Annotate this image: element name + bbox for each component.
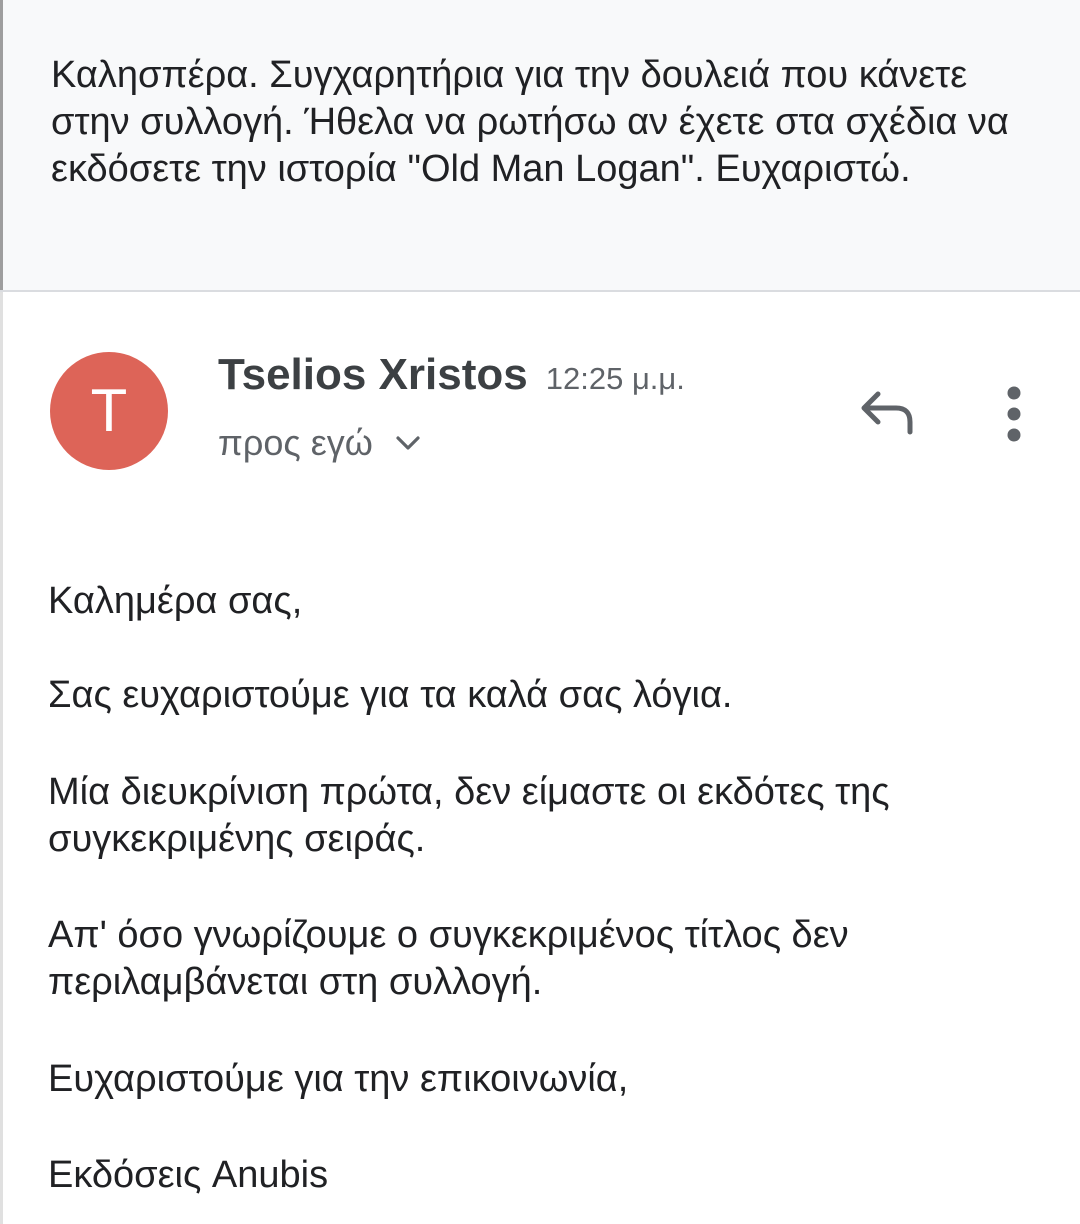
more-vert-icon [1007, 386, 1021, 442]
left-border [0, 292, 3, 1224]
body-thanks: Σας ευχαριστούμε για τα καλά σας λόγια. [48, 674, 733, 716]
body-signature: Εκδόσεις Anubis [48, 1154, 329, 1196]
more-options-button[interactable] [994, 382, 1034, 446]
message-divider [0, 290, 1080, 292]
quoted-message-text: Καλησπέρα. Συγχαρητήρια για την δουλειά … [51, 54, 1009, 190]
reply-icon [861, 391, 913, 435]
body-greeting: Καλημέρα σας, [48, 580, 303, 622]
sender-header: Tselios Xristos 12:25 μ.μ. [218, 350, 685, 400]
chevron-down-icon [396, 436, 420, 450]
avatar[interactable]: T [50, 352, 168, 470]
recipient-label: προς εγώ [218, 422, 373, 463]
recipient-details-toggle[interactable]: προς εγώ [218, 422, 421, 464]
body-clarification: Μία διευκρίνιση πρώτα, δεν είμαστε οι εκ… [48, 771, 890, 860]
body-info: Απ' όσο γνωρίζουμε ο συγκεκριμένος τίτλο… [48, 914, 849, 1003]
message-time: 12:25 μ.μ. [545, 361, 685, 396]
sender-name: Tselios Xristos [218, 350, 528, 399]
avatar-initial: T [90, 377, 128, 444]
reply-button[interactable] [852, 380, 924, 444]
body-closing: Ευχαριστούμε για την επικοινωνία, [48, 1058, 629, 1100]
quoted-message: Καλησπέρα. Συγχαρητήρια για την δουλειά … [0, 0, 1080, 290]
